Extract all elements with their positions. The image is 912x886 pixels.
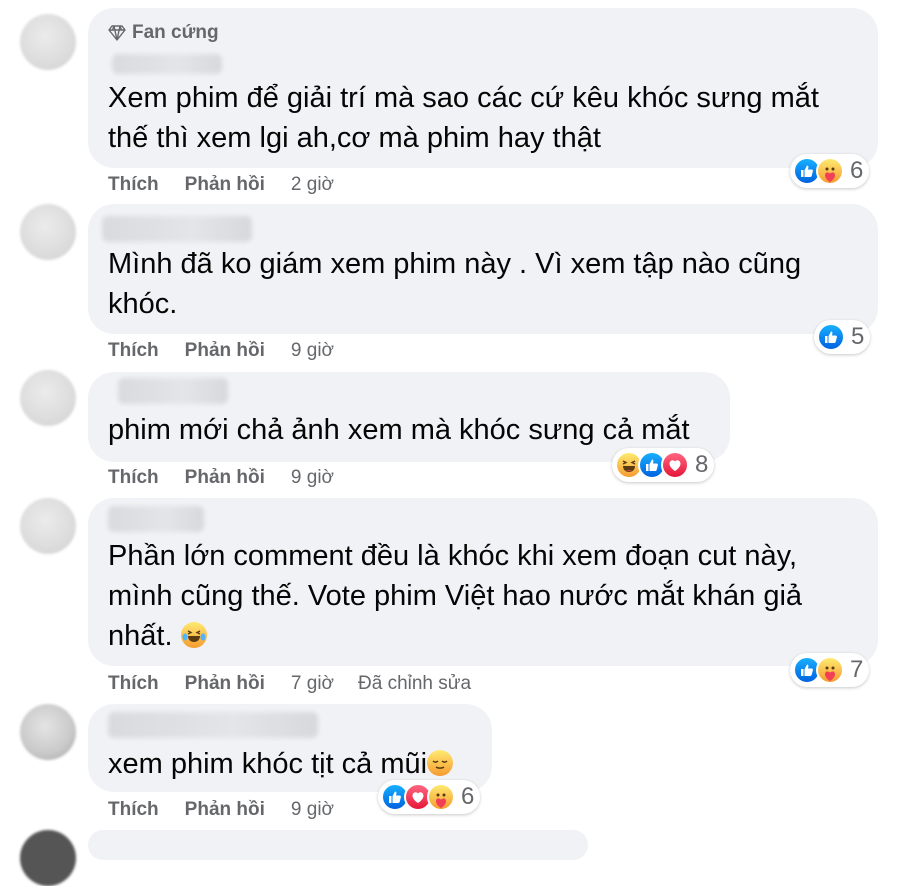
love-icon <box>661 451 689 479</box>
comment-line: nhất. <box>108 616 802 656</box>
like-button[interactable]: Thích <box>108 799 159 821</box>
avatar[interactable] <box>20 498 76 554</box>
avatar[interactable] <box>20 830 76 886</box>
comment-line: thế thì xem lgi ah,cơ mà phim hay thật <box>108 122 601 154</box>
comment-bubble: Mình đã ko giám xem phim này . Vì xem tậ… <box>88 204 878 334</box>
reaction-count: 6 <box>461 783 475 810</box>
comment-line: xem phim khóc tịt cả mũi <box>108 744 454 784</box>
comment-line: phim mới chả ảnh xem mà khóc sưng cả mắt <box>108 414 690 446</box>
avatar[interactable] <box>20 204 76 260</box>
author-name[interactable] <box>118 378 228 404</box>
like-button[interactable]: Thích <box>108 467 159 489</box>
comment-text: Xem phim để giải trí mà sao các cứ kêu k… <box>108 78 819 158</box>
comment-actions: Thích Phản hồi 9 giờ <box>108 798 358 822</box>
like-button[interactable]: Thích <box>108 673 159 695</box>
care-icon <box>427 783 455 811</box>
comment-line: Xem phim để giải trí mà sao các cứ kêu k… <box>108 82 819 114</box>
edited-label[interactable]: Đã chỉnh sửa <box>358 673 471 695</box>
like-button[interactable]: Thích <box>108 174 159 196</box>
reactions-summary[interactable]: 6 <box>790 154 870 188</box>
comment-bubble: xem phim khóc tịt cả mũi <box>88 704 492 792</box>
comment-actions: Thích Phản hồi 9 giờ <box>108 466 358 490</box>
comment-actions: Thích Phản hồi 7 giờ Đã chỉnh sửa <box>108 672 471 696</box>
badge-label: Fan cứng <box>132 22 219 43</box>
care-icon <box>816 656 844 684</box>
timestamp[interactable]: 2 giờ <box>291 174 334 196</box>
timestamp[interactable]: 9 giờ <box>291 467 334 489</box>
comment-text: Mình đã ko giám xem phim này . Vì xem tậ… <box>108 244 801 324</box>
reactions-summary[interactable]: 5 <box>814 320 871 354</box>
timestamp[interactable]: 9 giờ <box>291 340 334 362</box>
author-name[interactable] <box>108 712 318 738</box>
author-name[interactable] <box>108 506 204 532</box>
care-icon <box>816 157 844 185</box>
author-name[interactable] <box>102 216 252 242</box>
reaction-count: 6 <box>850 157 864 184</box>
reply-button[interactable]: Phản hồi <box>185 799 265 821</box>
fan-badge: Fan cứng <box>108 20 219 46</box>
comment-bubble: Fan cứng Xem phim để giải trí mà sao các… <box>88 8 878 168</box>
reactions-summary[interactable]: 8 <box>612 448 715 482</box>
reactions-summary[interactable]: 6 <box>378 780 481 814</box>
comment-bubble: Phần lớn comment đều là khóc khi xem đoạ… <box>88 498 878 666</box>
comment-text: phim mới chả ảnh xem mà khóc sưng cả mắt <box>108 410 690 450</box>
comment-line: Mình đã ko giám xem phim này . Vì xem tậ… <box>108 248 802 280</box>
comment-line: Phần lớn comment đều là khóc khi xem đoạ… <box>108 540 798 572</box>
author-name[interactable] <box>112 54 222 74</box>
reaction-count: 5 <box>851 323 865 350</box>
like-button[interactable]: Thích <box>108 340 159 362</box>
timestamp[interactable]: 9 giờ <box>291 799 334 821</box>
relieved-emoji <box>427 750 454 776</box>
crying-laughing-emoji <box>180 622 207 648</box>
reactions-summary[interactable]: 7 <box>790 653 870 687</box>
comment-bubble <box>88 830 588 860</box>
avatar[interactable] <box>20 704 76 760</box>
timestamp[interactable]: 7 giờ <box>291 673 334 695</box>
reply-button[interactable]: Phản hồi <box>185 467 265 489</box>
reply-button[interactable]: Phản hồi <box>185 340 265 362</box>
avatar[interactable] <box>20 14 76 70</box>
comment-actions: Thích Phản hồi 9 giờ <box>108 339 358 363</box>
comment-line: khóc. <box>108 288 178 320</box>
like-icon <box>817 323 845 351</box>
avatar[interactable] <box>20 370 76 426</box>
reply-button[interactable]: Phản hồi <box>185 174 265 196</box>
reply-button[interactable]: Phản hồi <box>185 673 265 695</box>
diamond-icon <box>108 25 126 41</box>
comment-text: xem phim khóc tịt cả mũi <box>108 744 454 784</box>
reaction-count: 7 <box>850 656 864 683</box>
reaction-count: 8 <box>695 451 709 478</box>
comment-text: Phần lớn comment đều là khóc khi xem đoạ… <box>108 536 802 656</box>
comment-line-text: xem phim khóc tịt cả mũi <box>108 748 428 780</box>
comment-line: mình cũng thế. Vote phim Việt hao nước m… <box>108 580 803 612</box>
comment-actions: Thích Phản hồi 2 giờ <box>108 173 358 197</box>
comment-line-text: nhất. <box>108 620 173 652</box>
